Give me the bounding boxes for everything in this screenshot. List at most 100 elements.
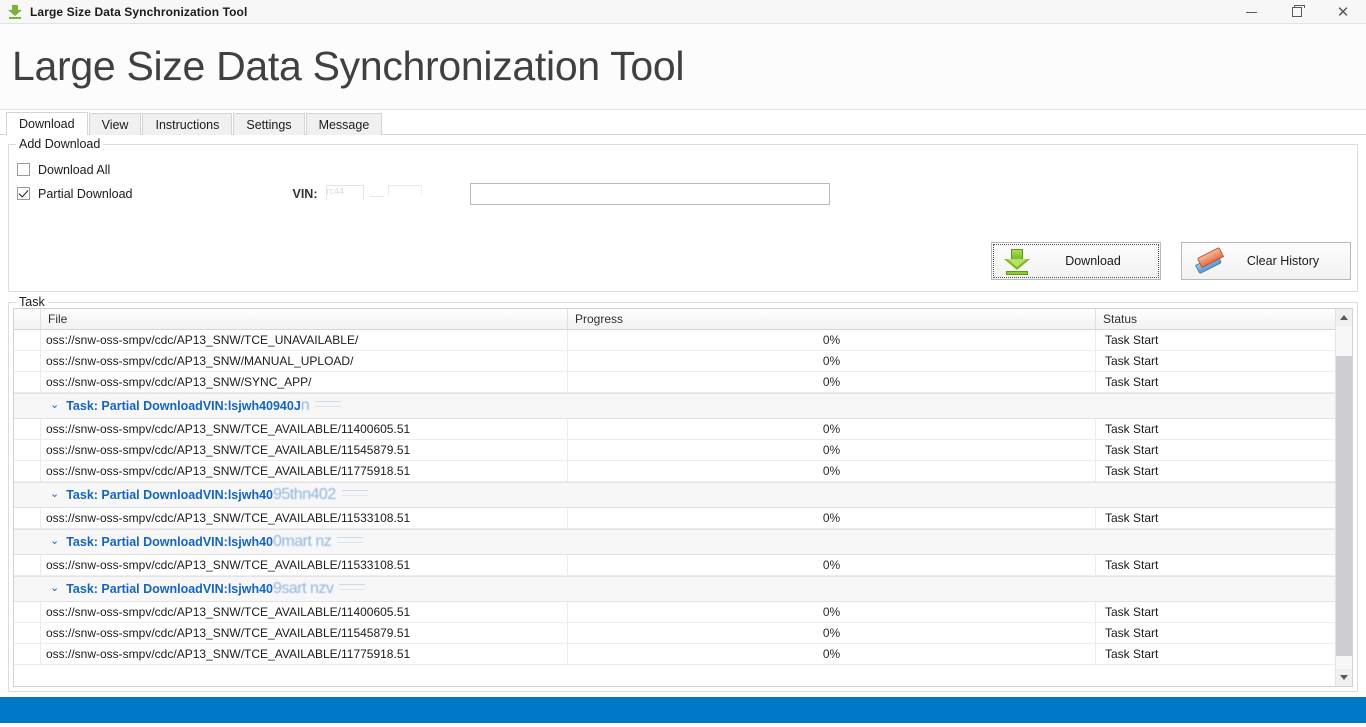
- row-select-cell[interactable]: [14, 602, 41, 622]
- task-legend: Task: [16, 295, 48, 309]
- table-row[interactable]: oss://snw-oss-smpv/cdc/AP13_SNW/TCE_AVAI…: [14, 644, 1352, 665]
- render-artifact: [315, 401, 342, 407]
- cell-progress: 0%: [568, 461, 1096, 481]
- column-header-select[interactable]: [14, 309, 41, 329]
- row-select-cell[interactable]: [14, 372, 41, 392]
- task-group-label-truncated: n: [300, 397, 310, 414]
- row-select-cell[interactable]: [14, 419, 41, 439]
- cell-status: Task Start: [1105, 354, 1159, 368]
- clear-history-button-label: Clear History: [1246, 254, 1320, 268]
- task-group-row[interactable]: ⌄ Task: Partial DownloadVIN:lsjwh40 95thn4…: [14, 482, 1352, 508]
- render-artifact: [339, 584, 366, 590]
- cell-progress: 0%: [568, 440, 1096, 460]
- column-header-file[interactable]: File: [41, 309, 568, 329]
- table-row[interactable]: oss://snw-oss-smpv/cdc/AP13_SNW/TCE_AVAI…: [14, 623, 1352, 644]
- cell-file: oss://snw-oss-smpv/cdc/AP13_SNW/TCE_AVAI…: [41, 461, 568, 481]
- tab-instructions[interactable]: Instructions: [142, 113, 233, 135]
- cell-progress: 0%: [568, 555, 1096, 575]
- task-group-row[interactable]: ⌄ Task: Partial DownloadVIN:lsjwh40 0mart …: [14, 529, 1352, 555]
- tab-label: Instructions: [155, 117, 220, 132]
- table-row[interactable]: oss://snw-oss-smpv/cdc/AP13_SNW/MANUAL_U…: [14, 351, 1352, 372]
- row-select-cell[interactable]: [14, 555, 41, 575]
- cell-status: Task Start: [1105, 511, 1159, 525]
- cell-status: Task Start: [1105, 558, 1159, 572]
- table-row[interactable]: oss://snw-oss-smpv/cdc/AP13_SNW/TCE_AVAI…: [14, 602, 1352, 623]
- cell-file: oss://snw-oss-smpv/cdc/AP13_SNW/TCE_AVAI…: [41, 440, 568, 460]
- window-title: Large Size Data Synchronization Tool: [30, 4, 248, 19]
- add-download-legend: Add Download: [16, 137, 104, 151]
- cell-file: oss://snw-oss-smpv/cdc/AP13_SNW/TCE_AVAI…: [41, 644, 568, 664]
- download-all-checkbox[interactable]: [17, 163, 30, 176]
- row-select-cell[interactable]: [14, 461, 41, 481]
- table-row[interactable]: oss://snw-oss-smpv/cdc/AP13_SNW/TCE_AVAI…: [14, 555, 1352, 576]
- row-select-cell[interactable]: [14, 644, 41, 664]
- cell-file: oss://snw-oss-smpv/cdc/AP13_SNW/TCE_AVAI…: [41, 508, 568, 528]
- cell-progress: 0%: [568, 372, 1096, 392]
- tab-download[interactable]: Download: [6, 112, 88, 135]
- cell-file: oss://snw-oss-smpv/cdc/AP13_SNW/TCE_AVAI…: [41, 623, 568, 643]
- tab-message[interactable]: Message: [305, 113, 383, 135]
- eraser-icon: [1192, 246, 1226, 276]
- tab-label: Settings: [246, 117, 292, 132]
- table-row[interactable]: oss://snw-oss-smpv/cdc/AP13_SNW/TCE_AVAI…: [14, 508, 1352, 529]
- scroll-up-button[interactable]: [1336, 309, 1352, 326]
- ghost-text: rc44: [325, 184, 364, 201]
- column-header-progress[interactable]: Progress: [568, 309, 1096, 329]
- task-grid-scrollbar[interactable]: [1335, 309, 1352, 686]
- tab-label: View: [101, 117, 129, 132]
- tab-label: Download: [19, 117, 75, 131]
- chevron-down-icon[interactable]: ⌄: [50, 399, 59, 411]
- tab-view[interactable]: View: [88, 113, 142, 135]
- row-select-cell[interactable]: [14, 440, 41, 460]
- scrollbar-thumb[interactable]: [1336, 356, 1352, 656]
- chevron-down-icon[interactable]: ⌄: [50, 535, 59, 547]
- tab-bar: Download View Instructions Settings Mess…: [0, 110, 1366, 135]
- table-row[interactable]: oss://snw-oss-smpv/cdc/AP13_SNW/TCE_AVAI…: [14, 419, 1352, 440]
- task-group-label: Task: Partial DownloadVIN:lsjwh40: [66, 582, 273, 596]
- task-group-row[interactable]: ⌄ Task: Partial DownloadVIN:lsjwh40 9sart …: [14, 576, 1352, 602]
- table-row[interactable]: oss://snw-oss-smpv/cdc/AP13_SNW/TCE_UNAV…: [14, 330, 1352, 351]
- row-select-cell[interactable]: [14, 508, 41, 528]
- task-group: Task File Progress Status oss://snw-oss-…: [8, 295, 1358, 692]
- table-row[interactable]: oss://snw-oss-smpv/cdc/AP13_SNW/TCE_AVAI…: [14, 461, 1352, 482]
- column-header-status[interactable]: Status: [1096, 309, 1352, 329]
- cell-status: Task Start: [1105, 605, 1159, 619]
- download-all-row[interactable]: Download All: [17, 159, 1357, 180]
- task-grid-header: File Progress Status: [14, 309, 1352, 330]
- scrollbar-track[interactable]: [1336, 326, 1352, 669]
- cell-progress: 0%: [568, 419, 1096, 439]
- task-grid-body: oss://snw-oss-smpv/cdc/AP13_SNW/TCE_UNAV…: [14, 330, 1352, 686]
- row-select-cell[interactable]: [14, 330, 41, 350]
- cell-file: oss://snw-oss-smpv/cdc/AP13_SNW/SYNC_APP…: [41, 372, 568, 392]
- cell-status: Task Start: [1105, 422, 1159, 436]
- task-group-label: Task: Partial DownloadVIN:lsjwh40: [66, 488, 273, 502]
- minimize-icon: [1245, 11, 1257, 13]
- row-select-cell[interactable]: [14, 623, 41, 643]
- row-select-cell[interactable]: [14, 351, 41, 371]
- download-button[interactable]: Download: [991, 242, 1161, 280]
- chevron-down-icon[interactable]: ⌄: [50, 582, 59, 594]
- cell-file: oss://snw-oss-smpv/cdc/AP13_SNW/TCE_AVAI…: [41, 602, 568, 622]
- task-group-row[interactable]: ⌄ Task: Partial DownloadVIN:lsjwh40940J n: [14, 393, 1352, 419]
- tab-settings[interactable]: Settings: [233, 113, 305, 135]
- partial-download-checkbox[interactable]: [17, 187, 30, 200]
- partial-download-row[interactable]: Partial Download VIN: rc44: [17, 182, 1357, 205]
- task-group-label-truncated: 95thn402: [272, 486, 336, 503]
- table-row[interactable]: oss://snw-oss-smpv/cdc/AP13_SNW/SYNC_APP…: [14, 372, 1352, 393]
- window-controls: ✕: [1228, 0, 1366, 24]
- download-button-label: Download: [1065, 254, 1121, 268]
- tab-label: Message: [318, 117, 370, 132]
- cell-progress: 0%: [568, 508, 1096, 528]
- scroll-down-button[interactable]: [1336, 669, 1352, 686]
- maximize-icon: [1292, 5, 1305, 17]
- table-row[interactable]: oss://snw-oss-smpv/cdc/AP13_SNW/TCE_AVAI…: [14, 440, 1352, 461]
- close-button[interactable]: ✕: [1320, 0, 1366, 24]
- maximize-button[interactable]: [1274, 0, 1320, 24]
- chevron-down-icon[interactable]: ⌄: [50, 488, 59, 500]
- minimize-button[interactable]: [1228, 0, 1274, 24]
- cell-file: oss://snw-oss-smpv/cdc/AP13_SNW/TCE_UNAV…: [41, 330, 568, 350]
- vin-input[interactable]: [469, 182, 830, 205]
- page-title: Large Size Data Synchronization Tool: [12, 43, 685, 89]
- clear-history-button[interactable]: Clear History: [1181, 242, 1351, 280]
- os-taskbar: [0, 697, 1366, 723]
